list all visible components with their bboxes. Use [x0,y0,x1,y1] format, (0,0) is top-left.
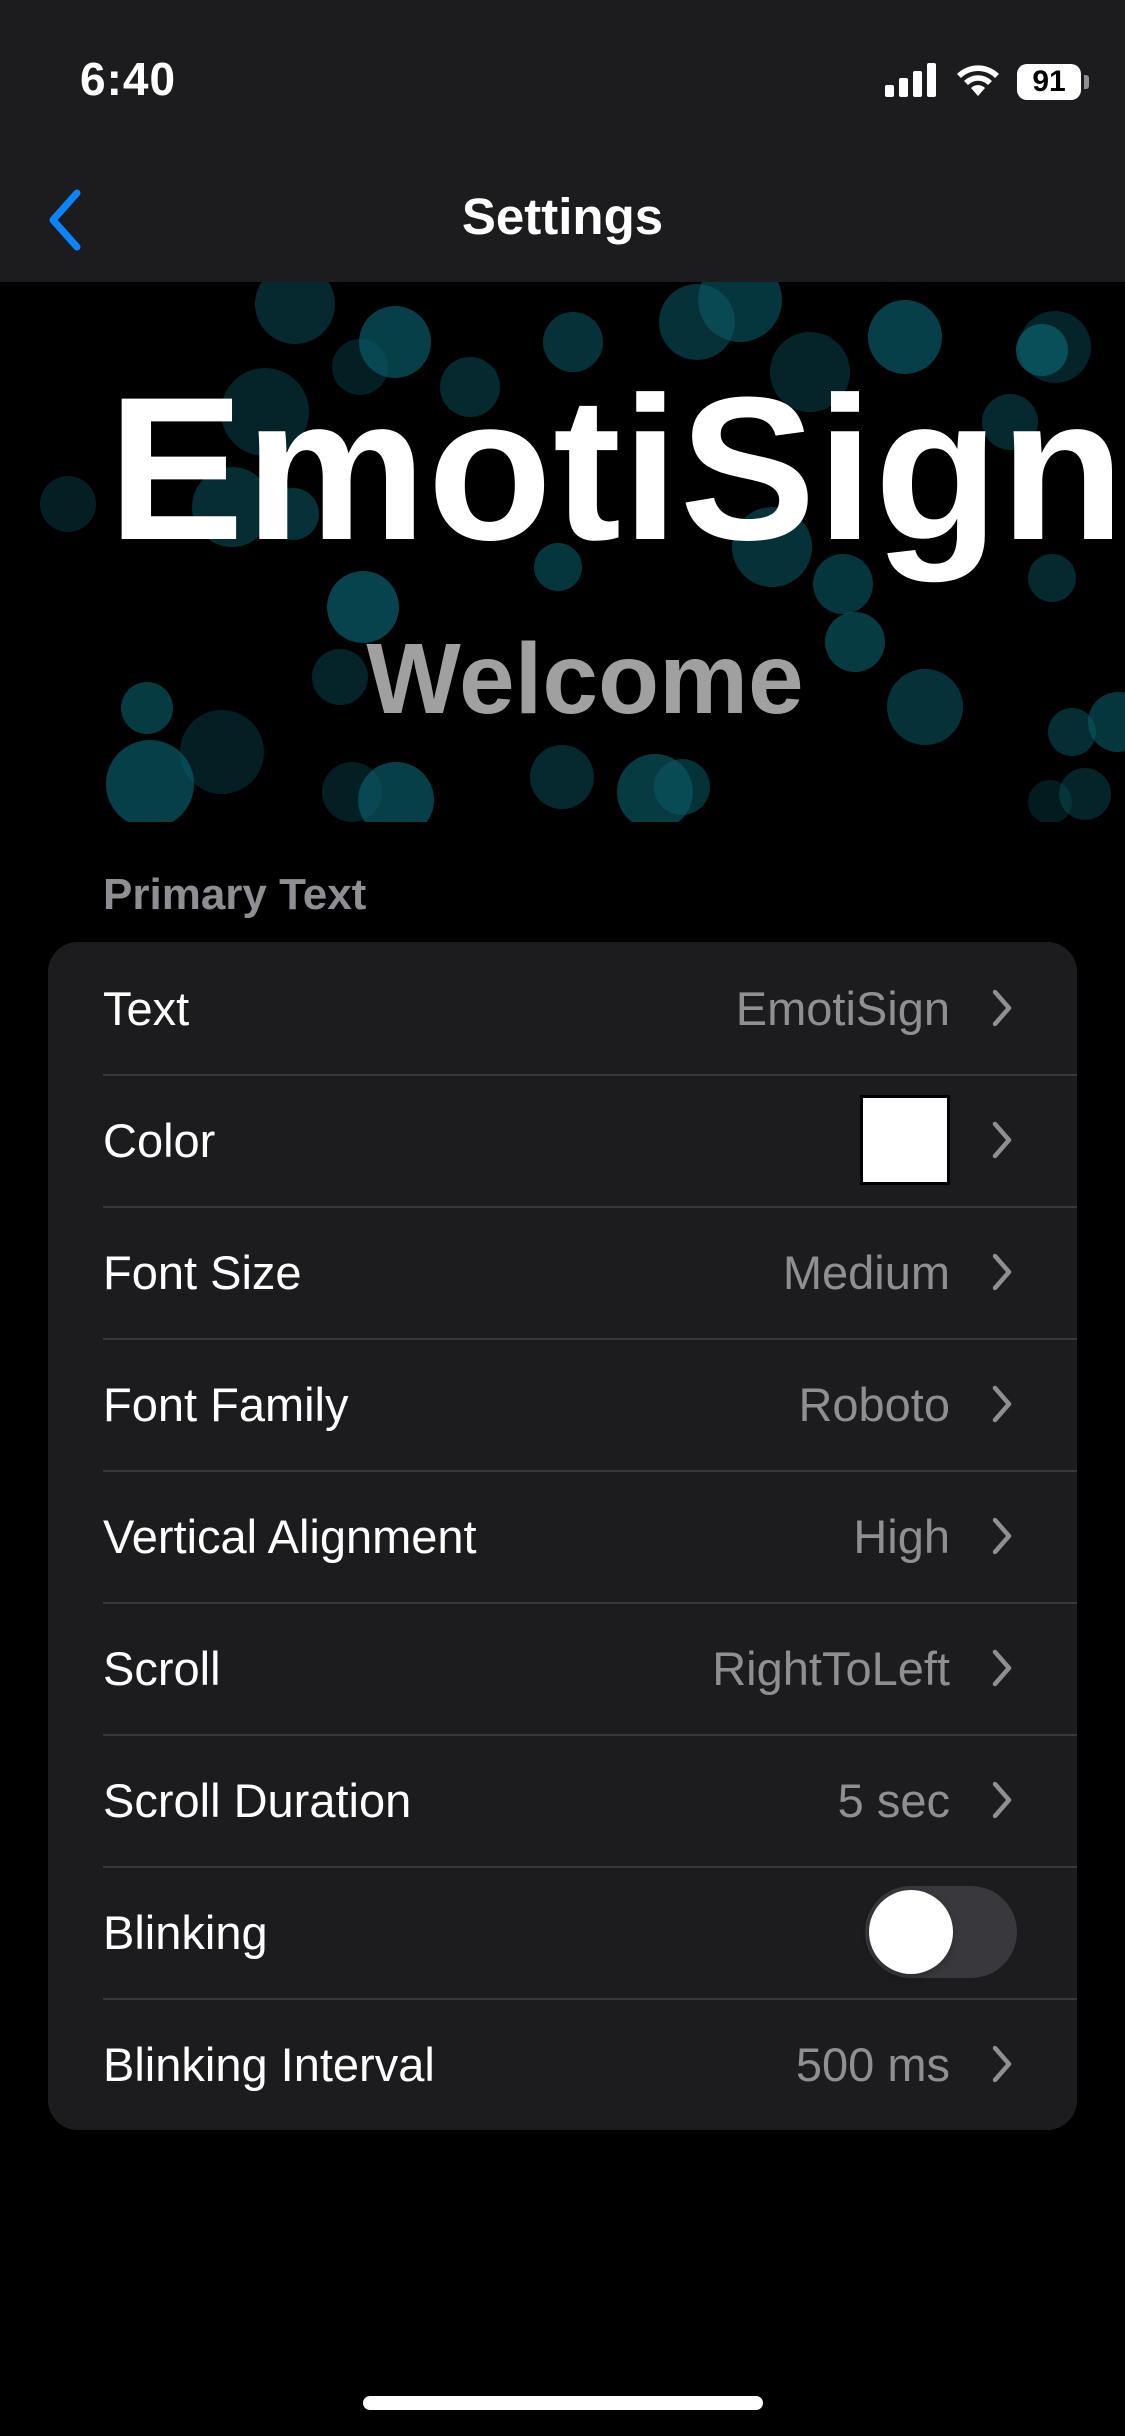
navigation-bar: Settings [0,160,1125,282]
wifi-icon [955,63,1001,102]
toggle-knob [869,1890,953,1974]
row-label: Scroll [103,1641,221,1695]
battery-level: 91 [1017,64,1081,100]
chevron-right-icon [991,1648,1013,1688]
row-label: Color [103,1113,216,1167]
row-label: Blinking [103,1905,268,1959]
row-text[interactable]: Text EmotiSign [48,942,1077,1074]
page-title: Settings [461,188,664,245]
row-blinking-interval[interactable]: Blinking Interval 500 ms [48,1998,1077,2130]
row-value: EmotiSign [735,981,950,1035]
chevron-right-icon [991,988,1013,1028]
row-font-family[interactable]: Font Family Roboto [48,1338,1077,1470]
status-icons: 91 [885,62,1089,102]
row-font-size[interactable]: Font Size Medium [48,1206,1077,1338]
row-color[interactable]: Color [48,1074,1077,1206]
settings-list: Text EmotiSign Color Font Size Medium Fo… [48,942,1077,2130]
battery-icon: 91 [1017,64,1089,100]
row-label: Text [103,981,190,1035]
chevron-right-icon [991,1516,1013,1556]
chevron-right-icon [991,1252,1013,1292]
section-header: Primary Text [103,870,367,919]
row-value: 5 sec [837,1773,950,1827]
row-scroll[interactable]: Scroll RightToLeft [48,1602,1077,1734]
chevron-right-icon [991,1120,1013,1160]
status-time: 6:40 [80,53,177,105]
preview-secondary-text: Welcome [366,623,804,735]
chevron-right-icon [991,1780,1013,1820]
signal-icon [885,62,937,102]
row-value: Medium [782,1245,950,1299]
row-label: Blinking Interval [103,2037,435,2091]
row-value: Roboto [798,1377,950,1431]
row-value: High [853,1509,950,1563]
row-label: Vertical Alignment [103,1509,477,1563]
row-value: 500 ms [795,2037,950,2091]
sign-preview: EmotiSign Welcome [0,282,1125,822]
row-vertical-alignment[interactable]: Vertical Alignment High [48,1470,1077,1602]
status-bar: 6:40 91 [0,0,1125,160]
chevron-right-icon [991,1384,1013,1424]
home-indicator[interactable] [363,2396,763,2410]
row-label: Font Family [103,1377,349,1431]
chevron-right-icon [991,2044,1013,2084]
row-label: Font Size [103,1245,302,1299]
preview-primary-text: EmotiSign [108,355,1125,583]
blinking-toggle[interactable] [865,1886,1017,1978]
row-label: Scroll Duration [103,1773,412,1827]
row-value: RightToLeft [712,1641,950,1695]
row-blinking: Blinking [48,1866,1077,1998]
color-swatch [860,1095,950,1185]
row-scroll-duration[interactable]: Scroll Duration 5 sec [48,1734,1077,1866]
